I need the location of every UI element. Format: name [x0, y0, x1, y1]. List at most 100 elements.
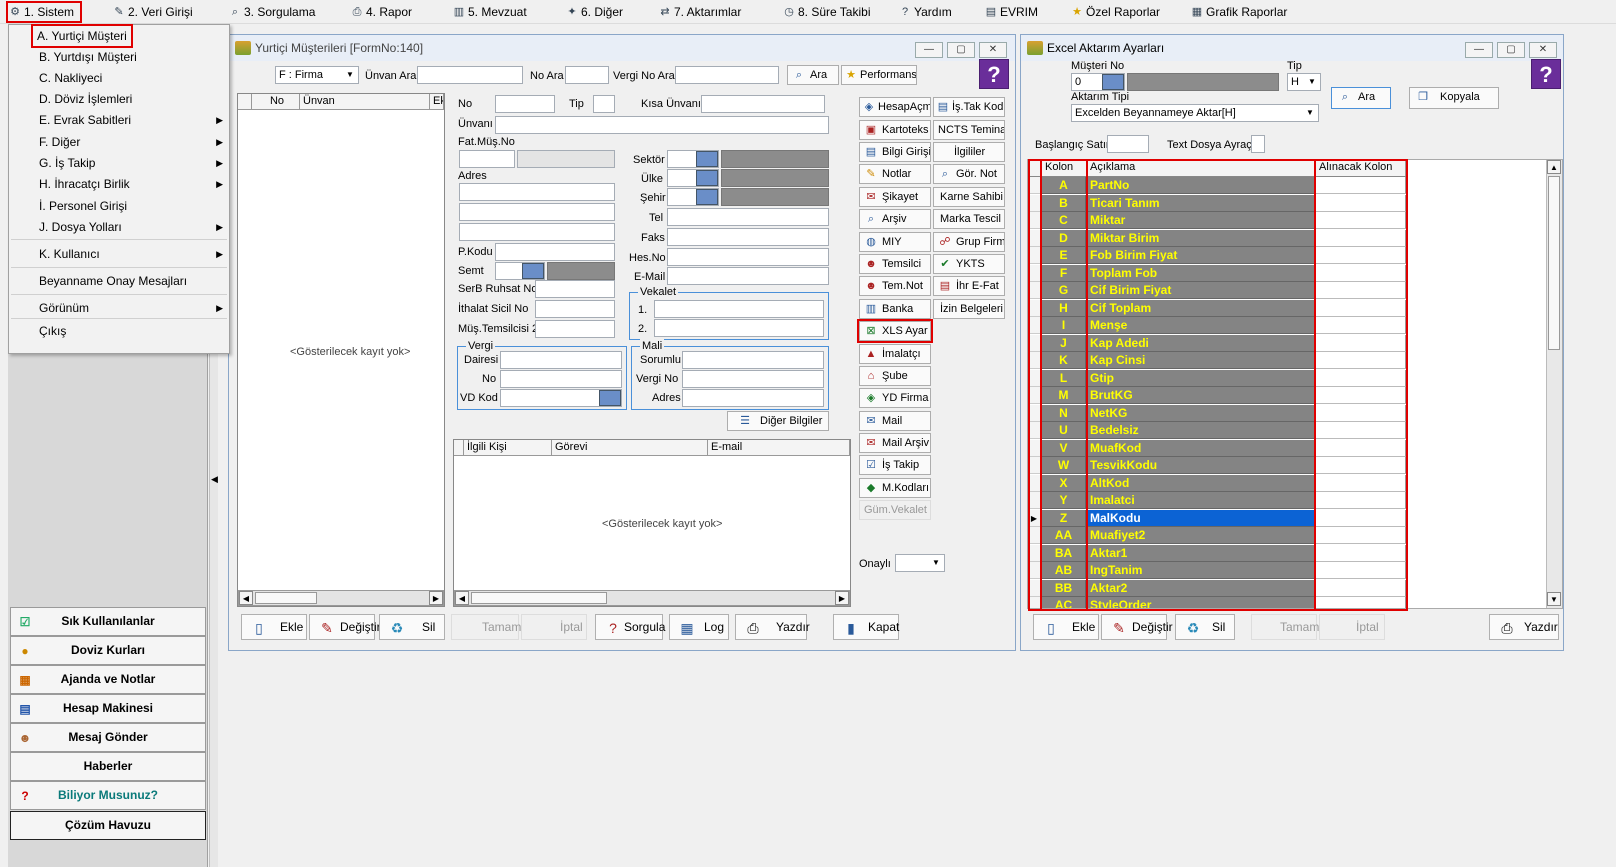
table-row[interactable]: M BrutKG: [1028, 387, 1408, 405]
menu-item-yurtdisi-musteri[interactable]: B. Yurtdışı Müşteri: [39, 47, 137, 67]
alinacak-kolon-cell[interactable]: [1316, 387, 1406, 404]
ihr-efat-button[interactable]: ▤ İhr E-Fat: [933, 276, 1005, 296]
alinacak-kolon-cell[interactable]: [1316, 422, 1406, 439]
ithalat-sicil-no-field[interactable]: [535, 300, 615, 318]
pkodu-field[interactable]: [495, 243, 615, 261]
table-row[interactable]: AA Muafiyet2: [1028, 527, 1408, 545]
temsilci-button[interactable]: ☻ Temsilci: [859, 254, 931, 274]
sorgula-button[interactable]: ? Sorgula: [595, 614, 665, 640]
table-row[interactable]: BB Aktar2: [1028, 579, 1408, 598]
alinacak-kolon-cell[interactable]: [1316, 247, 1406, 264]
vergi-dairesi-field[interactable]: [500, 351, 622, 369]
tem-not-button[interactable]: ☻ Tem.Not: [859, 276, 931, 296]
table-row[interactable]: H Cif Toplam: [1028, 299, 1408, 318]
kartoteks-button[interactable]: ▣ Kartoteks: [859, 120, 931, 140]
degistir-button[interactable]: ✎ Değiştir: [1101, 614, 1173, 640]
adres-line3[interactable]: [459, 223, 615, 241]
row-indicator[interactable]: [1028, 194, 1041, 212]
vd-kod-field[interactable]: [500, 389, 622, 407]
aciklama-cell[interactable]: IngTanim: [1087, 562, 1315, 579]
alinacak-kolon-cell[interactable]: [1316, 299, 1406, 317]
kolon-cell[interactable]: V: [1042, 439, 1086, 457]
mali-vergi-no-field[interactable]: [682, 370, 824, 388]
aciklama-cell[interactable]: MalKodu: [1087, 509, 1315, 527]
alinacak-kolon-cell[interactable]: [1316, 404, 1406, 422]
row-indicator[interactable]: [1028, 229, 1041, 247]
table-row[interactable]: F Toplam Fob: [1028, 264, 1408, 283]
banka-button[interactable]: ▥ Banka: [859, 299, 931, 319]
row-indicator[interactable]: [1028, 334, 1041, 352]
unvani-field[interactable]: [495, 116, 829, 134]
table-row[interactable]: W TesvikKodu: [1028, 457, 1408, 475]
kolon-cell[interactable]: E: [1042, 247, 1086, 264]
excel-column-grid[interactable]: Kolon Açıklama Alınacak Kolon A PartNo B Ti…: [1027, 159, 1563, 611]
ulke-field[interactable]: [667, 169, 719, 187]
sube-button[interactable]: ⌂ Şube: [859, 366, 931, 386]
izin-belgeleri-button[interactable]: İzin Belgeleri: [933, 299, 1005, 319]
kolon-cell[interactable]: A: [1042, 177, 1086, 194]
lookup-icon[interactable]: [696, 170, 718, 186]
menu-item-doviz-islemleri[interactable]: D. Döviz İşlemleri: [39, 89, 132, 109]
minimize-button[interactable]: —: [1465, 42, 1493, 58]
table-row[interactable]: AC StyleOrder: [1028, 597, 1408, 608]
menu-item-nakliyeci[interactable]: C. Nakliyeci: [39, 68, 102, 88]
kolon-cell[interactable]: AA: [1042, 527, 1086, 544]
col-no[interactable]: No: [252, 94, 300, 110]
menu-item-personel-girisi[interactable]: İ. Personel Girişi: [39, 196, 127, 216]
table-row[interactable]: K Kap Cinsi: [1028, 352, 1408, 370]
tamam-button[interactable]: Tamam: [1251, 614, 1319, 640]
menu-aktarimlar[interactable]: ⇄ 7. Aktarımlar: [658, 3, 741, 21]
kolon-cell[interactable]: L: [1042, 369, 1086, 387]
col-ilgili-kisi[interactable]: İlgili Kişi: [464, 440, 552, 456]
table-row[interactable]: AB IngTanim: [1028, 562, 1408, 580]
kolon-cell[interactable]: J: [1042, 334, 1086, 352]
table-row[interactable]: BA Aktar1: [1028, 544, 1408, 563]
menu-veri-girisi[interactable]: ✎ 2. Veri Girişi: [112, 3, 192, 21]
kolon-cell[interactable]: AB: [1042, 562, 1086, 579]
alinacak-kolon-cell[interactable]: [1316, 439, 1406, 457]
menu-item-yurtici-musteri[interactable]: A. Yurtiçi Müşteri: [31, 24, 133, 48]
aciklama-cell[interactable]: AltKod: [1087, 474, 1315, 492]
ykts-button[interactable]: ✔ YKTS: [933, 254, 1005, 274]
alinacak-kolon-cell[interactable]: [1316, 212, 1406, 229]
aciklama-cell[interactable]: Miktar Birim: [1087, 229, 1315, 247]
baslangic-satir-field[interactable]: [1107, 135, 1149, 153]
gor-not-button[interactable]: ⌕ Gör. Not: [933, 164, 1005, 184]
help-button[interactable]: ?: [979, 59, 1009, 89]
kisa-unvani-field[interactable]: [701, 95, 825, 113]
mail-button[interactable]: ✉ Mail: [859, 411, 931, 431]
row-indicator[interactable]: [1028, 597, 1041, 608]
doviz-kurlari-button[interactable]: ● Doviz Kurları: [10, 636, 206, 665]
row-indicator[interactable]: [1028, 264, 1041, 282]
table-row[interactable]: E Fob Birim Fiyat: [1028, 247, 1408, 265]
xls-ayar-button[interactable]: ⊠ XLS Ayar: [857, 319, 933, 343]
alinacak-kolon-cell[interactable]: [1316, 474, 1406, 492]
kolon-cell[interactable]: BB: [1042, 579, 1086, 597]
col-kolon[interactable]: Kolon: [1042, 160, 1087, 176]
row-indicator[interactable]: [1028, 177, 1041, 194]
alinacak-kolon-cell[interactable]: [1316, 369, 1406, 387]
menu-rapor[interactable]: ⎙ 4. Rapor: [350, 3, 412, 21]
menu-item-gorunum[interactable]: Görünüm ▶: [39, 298, 223, 318]
marka-tescil-button[interactable]: Marka Tescil: [933, 209, 1005, 229]
kolon-cell[interactable]: G: [1042, 282, 1086, 299]
aciklama-cell[interactable]: Menşe: [1087, 317, 1315, 334]
grup-firma-button[interactable]: ☍Grup Firma: [933, 232, 1005, 252]
vergi-no-field[interactable]: [500, 370, 622, 388]
aciklama-cell[interactable]: Miktar: [1087, 212, 1315, 229]
contacts-grid[interactable]: İlgili Kişi Görevi E-mail <Gösterilecek …: [453, 439, 851, 607]
horizontal-scrollbar[interactable]: ◀ ▶: [454, 590, 850, 606]
menu-item-diger[interactable]: F. Diğer ▶: [39, 132, 223, 152]
diger-bilgiler-button[interactable]: ☰ Diğer Bilgiler: [727, 411, 829, 431]
col-alinacak-kolon[interactable]: Alınacak Kolon: [1316, 160, 1406, 176]
vergi-no-ara-input[interactable]: [675, 66, 779, 84]
lookup-icon[interactable]: [522, 263, 544, 279]
imalatci-button[interactable]: ▲ İmalatçı: [859, 344, 931, 364]
row-indicator[interactable]: [1028, 247, 1041, 264]
table-row[interactable]: J Kap Adedi: [1028, 334, 1408, 353]
kapat-button[interactable]: ▮ Kapat: [833, 614, 899, 640]
minimize-button[interactable]: —: [915, 42, 943, 58]
alinacak-kolon-cell[interactable]: [1316, 597, 1406, 608]
arsiv-button[interactable]: ⌕ Arşiv: [859, 209, 931, 229]
tamam-button[interactable]: Tamam: [451, 614, 521, 640]
